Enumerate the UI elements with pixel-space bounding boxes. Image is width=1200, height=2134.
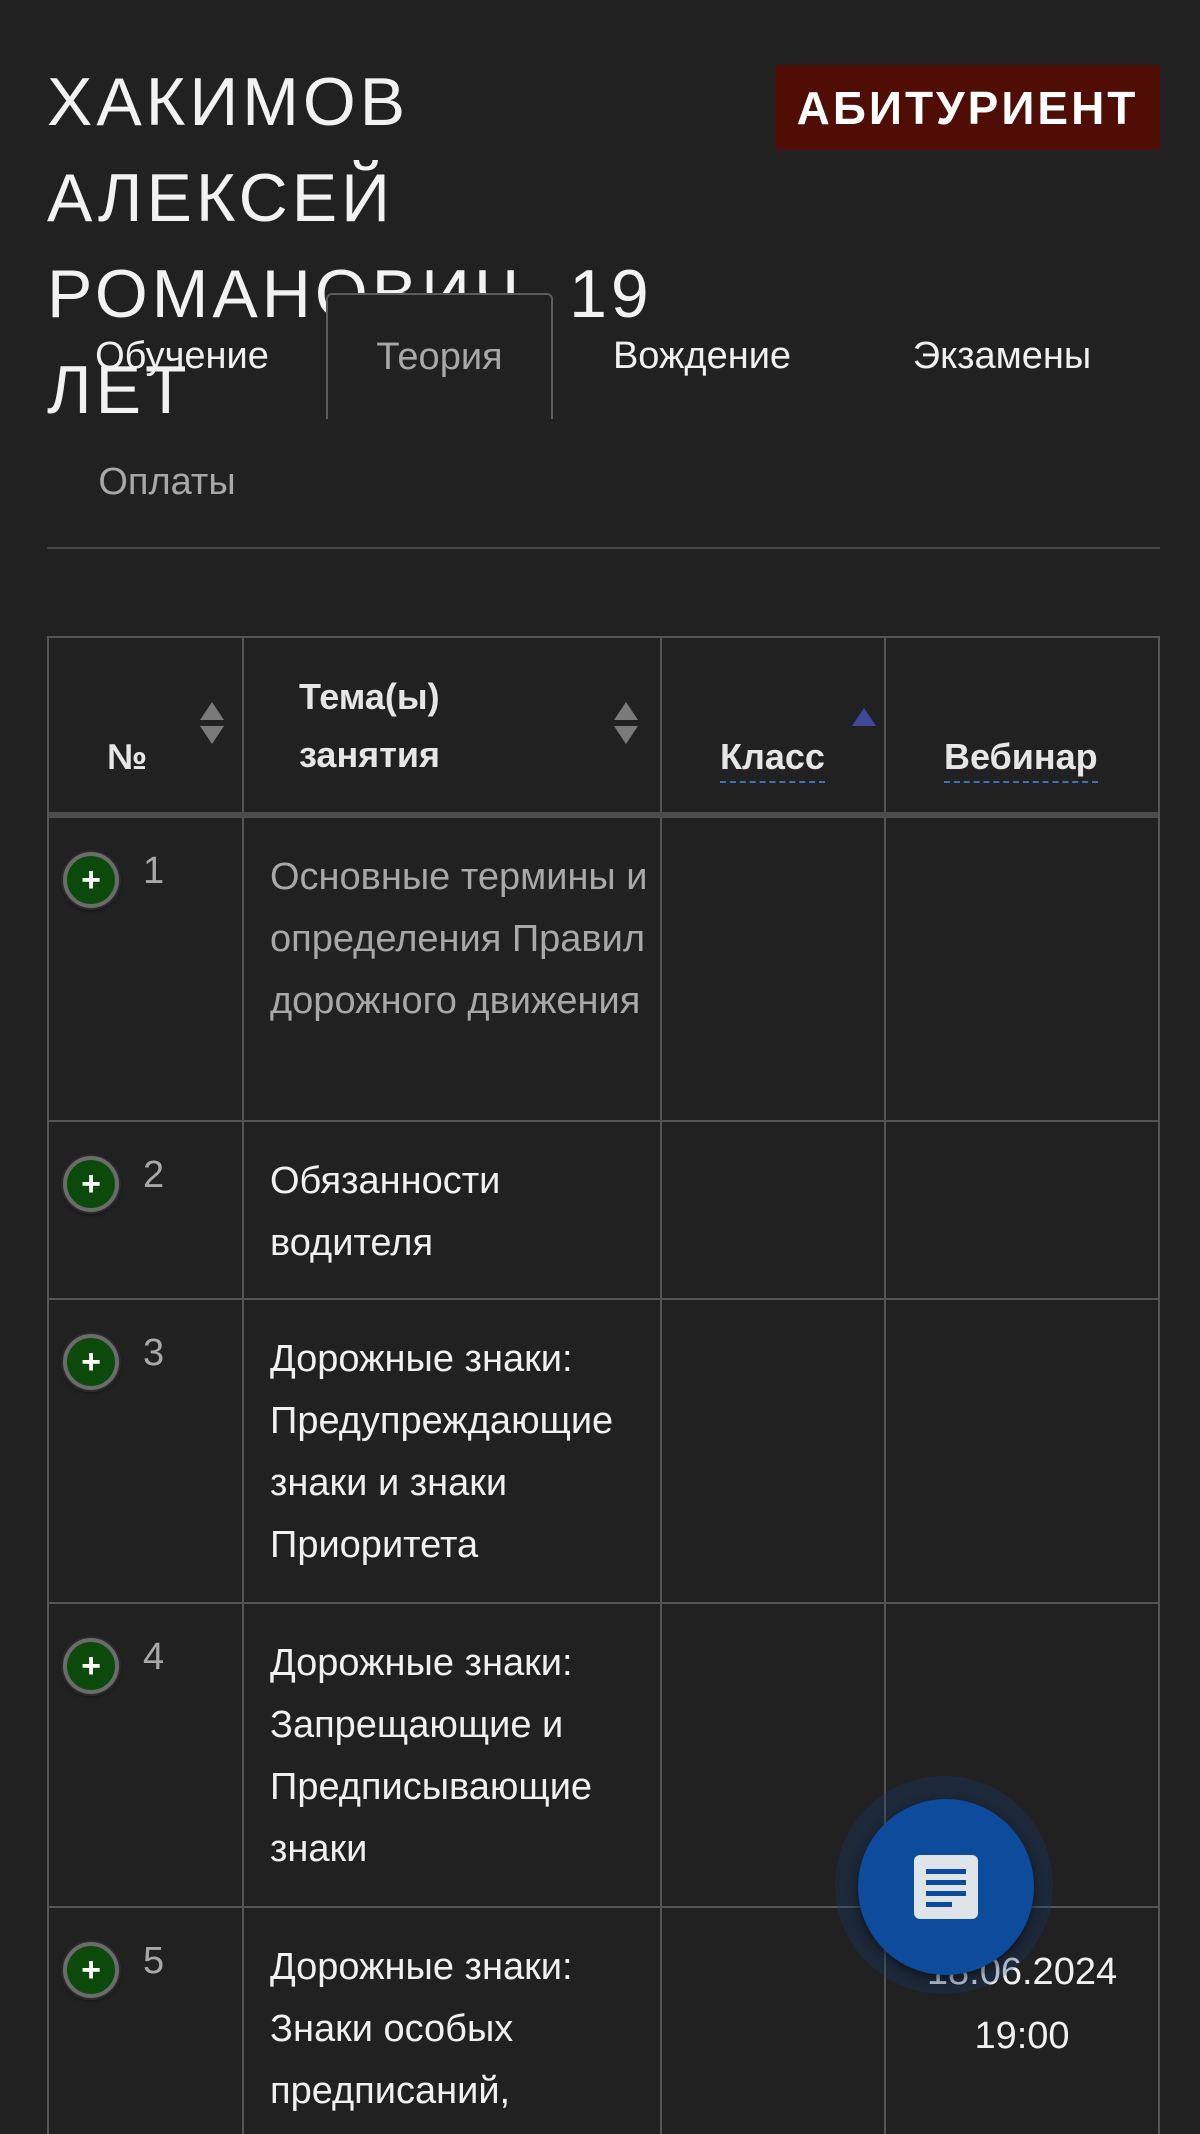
cell-number: + 1 xyxy=(49,818,244,1120)
tab-payments[interactable]: Оплаты xyxy=(47,419,287,545)
column-header-topic[interactable]: Тема(ы) занятия xyxy=(244,638,662,812)
cell-number: + 2 xyxy=(49,1122,244,1298)
row-number: 1 xyxy=(143,850,165,892)
status-badge: АБИТУРИЕНТ xyxy=(775,65,1160,150)
column-header-webinar[interactable]: Вебинар xyxy=(886,638,1158,812)
row-number: 3 xyxy=(143,1332,165,1374)
column-header-number[interactable]: № xyxy=(49,638,244,812)
cell-topic: Дорожные знаки: Предупреждающие знаки и … xyxy=(244,1300,662,1602)
cell-number: + 3 xyxy=(49,1300,244,1602)
sort-ascending-icon xyxy=(852,708,876,726)
row-topic: Основные термины и определения Правил до… xyxy=(270,856,648,1022)
cell-number: + 5 xyxy=(49,1908,244,2134)
cell-webinar xyxy=(886,1122,1158,1298)
table-header: № Тема(ы) занятия Класс Вебинар xyxy=(49,638,1158,818)
column-label-webinar: Вебинар xyxy=(944,736,1098,783)
column-label-topic-text: Тема(ы) занятия xyxy=(299,676,440,775)
sort-icon xyxy=(614,702,638,748)
cell-class xyxy=(662,818,886,1120)
column-label-class: Класс xyxy=(720,736,825,783)
cell-number: + 4 xyxy=(49,1604,244,1906)
tab-exams[interactable]: Экзамены xyxy=(857,293,1147,419)
tab-theory[interactable]: Теория xyxy=(326,293,553,419)
tabs-divider xyxy=(47,547,1160,549)
plus-circle-icon[interactable]: + xyxy=(63,1638,119,1694)
cell-topic: Дорожные знаки: Знаки особых предписаний… xyxy=(244,1908,662,2134)
sort-icon xyxy=(200,702,224,748)
cell-class xyxy=(662,1122,886,1298)
document-icon xyxy=(914,1855,978,1919)
cell-webinar xyxy=(886,1300,1158,1602)
student-page: ХАКИМОВ АЛЕКСЕЙ РОМАНОВИЧ, 19 ЛЕТ АБИТУР… xyxy=(0,0,1200,2134)
table-row: + 2 Обязанности водителя xyxy=(49,1122,1158,1300)
column-label-topic: Тема(ы) занятия xyxy=(299,668,459,784)
table-row: + 3 Дорожные знаки: Предупреждающие знак… xyxy=(49,1300,1158,1604)
cell-class xyxy=(662,1300,886,1602)
plus-circle-icon[interactable]: + xyxy=(63,852,119,908)
tab-bar: Обучение Теория Вождение Экзамены Оплаты xyxy=(47,293,1160,549)
plus-circle-icon[interactable]: + xyxy=(63,1334,119,1390)
plus-circle-icon[interactable]: + xyxy=(63,1156,119,1212)
row-topic: Дорожные знаки: Знаки особых предписаний… xyxy=(270,1946,573,2112)
column-header-class[interactable]: Класс xyxy=(662,638,886,812)
cell-webinar xyxy=(886,818,1158,1120)
row-number: 4 xyxy=(143,1636,165,1678)
table-row: + 1 Основные термины и определения Прави… xyxy=(49,818,1158,1122)
tab-training[interactable]: Обучение xyxy=(47,293,317,419)
cell-topic: Дорожные знаки: Запрещающие и Предписыва… xyxy=(244,1604,662,1906)
tab-driving[interactable]: Вождение xyxy=(567,293,837,419)
row-topic: Дорожные знаки: Запрещающие и Предписыва… xyxy=(270,1642,593,1870)
cell-topic: Обязанности водителя xyxy=(244,1122,662,1298)
row-topic: Обязанности водителя xyxy=(270,1160,501,1264)
row-topic: Дорожные знаки: Предупреждающие знаки и … xyxy=(270,1338,614,1566)
plus-circle-icon[interactable]: + xyxy=(63,1942,119,1998)
row-number: 2 xyxy=(143,1154,165,1196)
column-label-number: № xyxy=(107,736,148,777)
row-number: 5 xyxy=(143,1940,165,1982)
notes-fab-button[interactable] xyxy=(858,1799,1034,1975)
cell-topic: Основные термины и определения Правил до… xyxy=(244,818,662,1120)
